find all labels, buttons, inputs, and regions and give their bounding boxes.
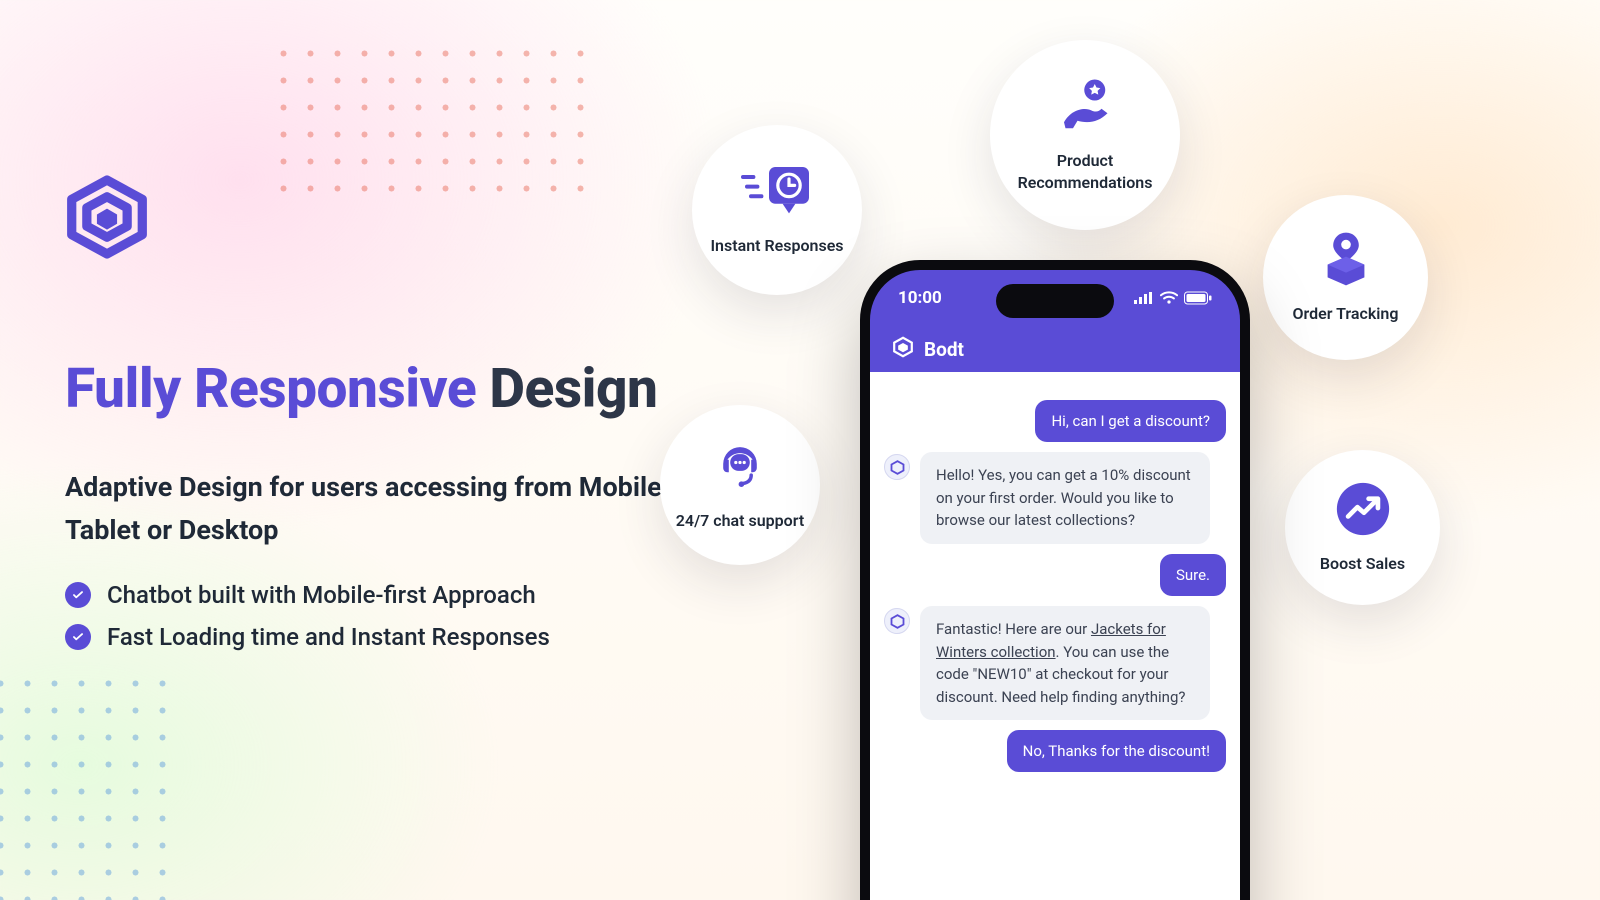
instant-response-icon (741, 163, 813, 223)
phone-mockup: 10:00 Bodt Hi, can I get a discount? Hel… (860, 260, 1250, 900)
feature-label: Product Recommendations (990, 150, 1180, 193)
feature-order-tracking: Order Tracking (1263, 195, 1428, 360)
feature-bullet: Chatbot built with Mobile-first Approach (65, 581, 705, 609)
feature-chat-support: 24/7 chat support (660, 405, 820, 565)
signal-icon (1134, 291, 1154, 305)
feature-label: Boost Sales (1320, 553, 1405, 575)
bot-avatar-icon (884, 454, 910, 480)
page-subtitle: Adaptive Design for users accessing from… (65, 466, 705, 552)
hero-section: Fully Responsive Design Adaptive Design … (65, 175, 705, 665)
feature-label: Instant Responses (710, 235, 843, 257)
chat-message-bot: Hello! Yes, you can get a 10% discount o… (884, 452, 1226, 544)
app-logo-icon (892, 336, 914, 363)
dynamic-island (996, 284, 1114, 318)
bot-avatar-icon (884, 608, 910, 634)
chat-message-user: Sure. (884, 554, 1226, 596)
status-time: 10:00 (898, 288, 942, 308)
wifi-icon (1160, 291, 1178, 305)
chat-message-user: No, Thanks for the discount! (884, 730, 1226, 772)
feature-product-recommendations: Product Recommendations (990, 40, 1180, 230)
feature-label: 24/7 chat support (676, 510, 804, 532)
feature-bullet: Fast Loading time and Instant Responses (65, 623, 705, 651)
chat-message-user: Hi, can I get a discount? (884, 400, 1226, 442)
chat-message-bot: Fantastic! Here are our Jackets for Wint… (884, 606, 1226, 720)
chat-support-icon (712, 438, 768, 498)
status-icons (1134, 291, 1212, 305)
page-title: Fully Responsive Design (65, 358, 705, 421)
feature-label: Order Tracking (1293, 303, 1399, 325)
feature-instant-responses: Instant Responses (692, 125, 862, 295)
feature-boost-sales: Boost Sales (1285, 450, 1440, 605)
app-bar: Bodt (870, 326, 1240, 372)
brand-logo (65, 175, 705, 263)
boost-sales-icon (1335, 481, 1391, 541)
chat-area: Hi, can I get a discount? Hello! Yes, yo… (870, 372, 1240, 900)
check-icon (65, 582, 91, 608)
product-recommendation-icon (1055, 76, 1115, 138)
order-tracking-icon (1318, 231, 1374, 291)
check-icon (65, 624, 91, 650)
chat-bot-text: Fantastic! Here are our Jackets for Wint… (920, 606, 1210, 720)
app-name: Bodt (924, 338, 964, 361)
battery-icon (1184, 291, 1212, 305)
decorative-dots (0, 670, 180, 900)
